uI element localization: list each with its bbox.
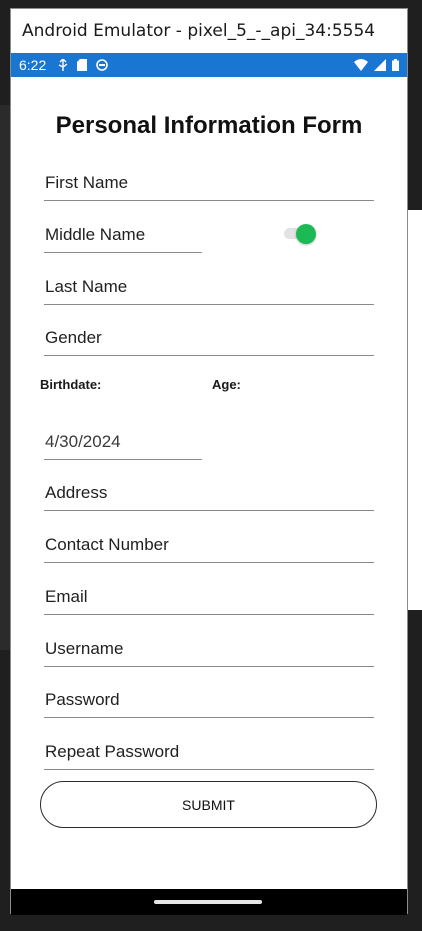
emulator-window: Android Emulator - pixel_5_-_api_34:5554… — [10, 8, 408, 915]
cell-signal-icon — [374, 59, 386, 71]
middle-name-toggle[interactable] — [284, 224, 316, 244]
background-window-right — [408, 210, 422, 610]
birthdate-label: Birthdate: — [40, 377, 102, 392]
background-window-left — [0, 105, 10, 650]
form-title: Personal Information Form — [55, 112, 363, 139]
email-field[interactable] — [44, 583, 374, 615]
battery-icon — [392, 59, 399, 71]
last-name-field[interactable] — [44, 273, 374, 305]
contact-number-field[interactable] — [44, 531, 374, 563]
sync-icon — [96, 59, 109, 71]
repeat-password-field[interactable] — [44, 738, 374, 770]
age-label: Age: — [212, 377, 241, 392]
gender-field[interactable] — [44, 324, 374, 356]
first-name-field[interactable] — [44, 169, 374, 201]
home-gesture-handle[interactable] — [154, 900, 262, 904]
wifi-icon — [354, 59, 368, 71]
birthdate-picker[interactable] — [44, 428, 202, 460]
username-field[interactable] — [44, 635, 374, 667]
navigation-bar — [11, 889, 407, 915]
submit-button[interactable]: SUBMIT — [40, 781, 377, 828]
sd-card-icon — [77, 59, 88, 71]
middle-name-field[interactable] — [44, 221, 202, 253]
usb-debug-icon — [58, 59, 68, 71]
status-bar: 6:22 — [11, 53, 407, 77]
toggle-thumb — [296, 224, 316, 244]
emulator-title: Android Emulator - pixel_5_-_api_34:5554 — [11, 9, 407, 53]
app-screen: Personal Information Form Birthdate: Age… — [11, 77, 407, 889]
password-field[interactable] — [44, 686, 374, 718]
address-field[interactable] — [44, 479, 374, 511]
status-time: 6:22 — [19, 57, 47, 73]
